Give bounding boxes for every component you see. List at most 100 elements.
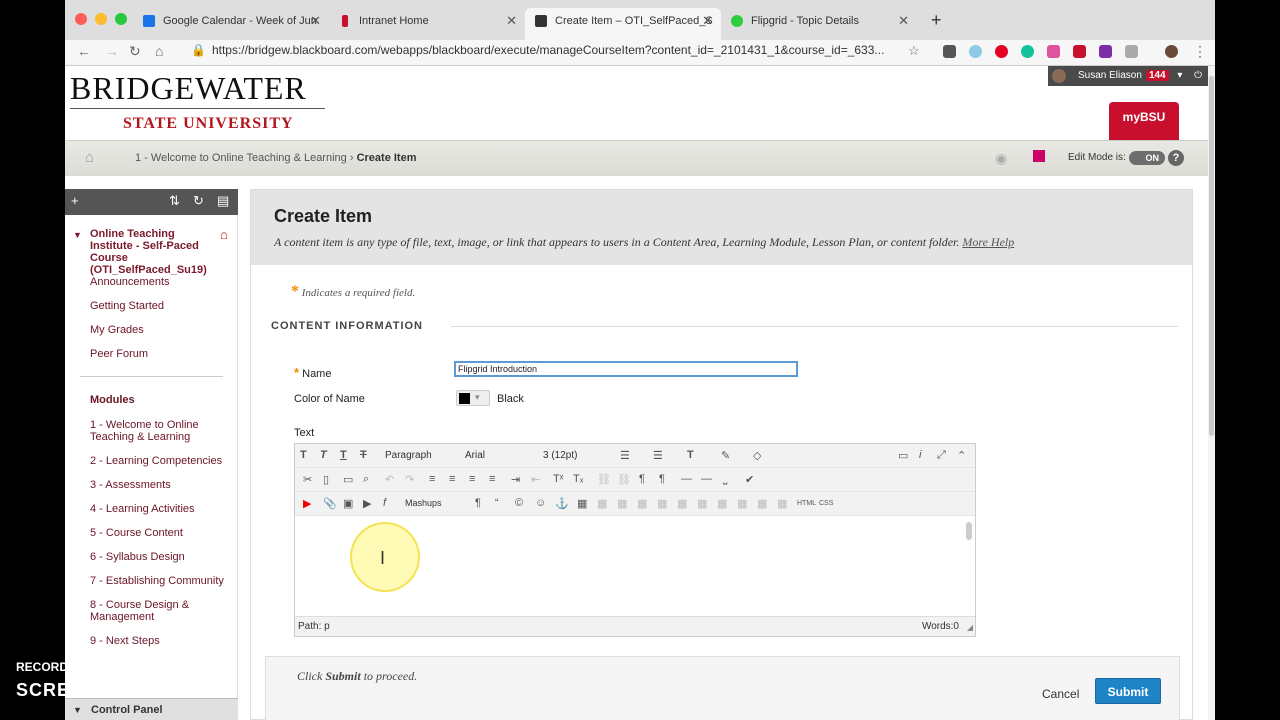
table-icon[interactable]: ▦ <box>697 497 707 510</box>
text-color-icon[interactable]: T <box>687 449 694 461</box>
attach-file-icon[interactable]: 📎 <box>323 497 337 510</box>
copy-icon[interactable]: ▯ <box>323 473 329 486</box>
tab-flipgrid[interactable]: Flipgrid - Topic Details ✕ <box>721 8 917 40</box>
insert-media-icon[interactable]: ▶ <box>363 497 371 510</box>
text-format-icon[interactable]: T <box>300 449 307 461</box>
mybsu-tab[interactable]: myBSU <box>1109 102 1179 140</box>
submit-button[interactable]: Submit <box>1095 678 1161 704</box>
collapse-icon[interactable]: ▼ <box>73 230 82 240</box>
paragraph-select[interactable]: Paragraph <box>385 450 432 461</box>
outdent-icon[interactable]: ⇤ <box>531 473 540 486</box>
align-left-icon[interactable]: ≡ <box>429 473 435 485</box>
course-home-icon[interactable]: ⌂ <box>220 227 228 242</box>
spellcheck-icon[interactable]: ✔ <box>745 473 754 486</box>
anchor-icon[interactable]: ⚓ <box>555 497 569 510</box>
fullscreen-icon[interactable]: ⤢ <box>937 449 946 462</box>
table-icon[interactable]: ▦ <box>617 497 627 510</box>
home-icon[interactable]: ⌂ <box>85 149 94 166</box>
name-field[interactable]: Flipgrid Introduction <box>454 361 798 377</box>
css-icon[interactable]: CSS <box>819 500 833 507</box>
line-icon[interactable]: — <box>701 473 712 485</box>
mashups-select[interactable]: Mashups <box>405 498 442 508</box>
table-icon[interactable]: ▦ <box>657 497 667 510</box>
close-tab-icon[interactable]: ✕ <box>702 8 713 34</box>
logout-icon[interactable]: ⏻ <box>1194 66 1202 86</box>
subscript-icon[interactable]: Tₓ <box>573 473 583 485</box>
find-icon[interactable]: ⌕ <box>363 473 369 486</box>
scrollbar-thumb[interactable] <box>1209 76 1214 436</box>
folder-view-icon[interactable]: ▤ <box>217 193 229 209</box>
sidebar-item-module[interactable]: 3 - Assessments <box>90 479 225 491</box>
sidebar-item-module[interactable]: 4 - Learning Activities <box>90 503 225 515</box>
extension-icon[interactable] <box>969 45 982 58</box>
reorder-icon[interactable]: ⇅ <box>169 193 180 209</box>
insert-image-icon[interactable]: ▣ <box>343 497 353 510</box>
table-icon[interactable]: ▦ <box>737 497 747 510</box>
resize-handle-icon[interactable]: ◢ <box>967 623 973 632</box>
table-icon[interactable]: ▦ <box>717 497 727 510</box>
extension-icon[interactable] <box>943 45 956 58</box>
copyright-icon[interactable]: © <box>515 497 523 509</box>
page-scrollbar[interactable] <box>1208 66 1215 720</box>
nonbreaking-space-icon[interactable]: ⎵ <box>723 473 727 486</box>
editor-scrollbar[interactable] <box>966 522 972 540</box>
color-picker[interactable]: ▾ <box>456 390 490 406</box>
ltr-icon[interactable]: ¶ <box>639 473 645 485</box>
superscript-icon[interactable]: Tˣ <box>553 473 563 485</box>
table-icon[interactable]: ▦ <box>637 497 647 510</box>
align-right-icon[interactable]: ≡ <box>469 473 475 485</box>
strikethrough-icon[interactable]: T <box>360 449 367 461</box>
new-tab-button[interactable]: + <box>931 10 942 31</box>
edit-mode-toggle[interactable]: ON <box>1129 151 1165 165</box>
youtube-icon[interactable]: ▶ <box>303 497 311 510</box>
close-tab-icon[interactable]: ✕ <box>506 8 517 34</box>
numbered-list-icon[interactable]: ☰ <box>653 449 663 462</box>
table-icon[interactable]: ▦ <box>677 497 687 510</box>
table-icon[interactable]: ▦ <box>757 497 767 510</box>
back-icon[interactable]: ← <box>77 43 91 59</box>
extension-icon[interactable] <box>1125 45 1138 58</box>
refresh-icon[interactable]: ↻ <box>193 193 204 209</box>
justify-icon[interactable]: ≡ <box>489 473 495 485</box>
minimize-window-icon[interactable] <box>95 13 107 25</box>
extension-icon[interactable] <box>1099 45 1112 58</box>
undo-icon[interactable]: ↶ <box>385 473 394 486</box>
sidebar-item-peer-forum[interactable]: Peer Forum <box>90 348 225 360</box>
course-title[interactable]: Online Teaching Institute - Self-Paced C… <box>90 228 220 276</box>
add-menu-item-icon[interactable]: + <box>71 193 79 208</box>
unlink-icon[interactable]: ⛓ <box>617 473 631 486</box>
pinterest-icon[interactable] <box>995 45 1008 58</box>
cut-icon[interactable]: ✂ <box>303 473 312 486</box>
menu-icon[interactable]: ⋮ <box>1193 43 1207 60</box>
tab-intranet[interactable]: Intranet Home ✕ <box>329 8 525 40</box>
sidebar-item-announcements[interactable]: Announcements <box>90 276 225 288</box>
clear-format-icon[interactable]: ◇ <box>753 449 761 462</box>
info-icon[interactable]: i <box>919 449 921 461</box>
help-icon[interactable]: ? <box>1168 150 1184 166</box>
horizontal-rule-icon[interactable]: — <box>681 473 692 485</box>
sidebar-item-module[interactable]: 5 - Course Content <box>90 527 225 539</box>
url-field[interactable]: 🔒 https://bridgew.blackboard.com/webapps/… <box>191 43 884 57</box>
font-size-select[interactable]: 3 (12pt) <box>543 450 577 461</box>
tab-google-calendar[interactable]: Google Calendar - Week of Jun ✕ <box>133 8 329 40</box>
font-select[interactable]: Arial <box>465 450 485 461</box>
underline-icon[interactable]: T <box>340 449 347 461</box>
italic-icon[interactable]: T <box>320 449 327 461</box>
paste-icon[interactable]: ▭ <box>343 473 353 486</box>
align-center-icon[interactable]: ≡ <box>449 473 455 485</box>
table-icon[interactable]: ▦ <box>597 497 607 510</box>
profile-avatar[interactable] <box>1165 45 1178 58</box>
tab-create-item[interactable]: Create Item – OTI_SelfPaced_S ✕ <box>525 8 721 40</box>
close-window-icon[interactable] <box>75 13 87 25</box>
sidebar-item-module[interactable]: 9 - Next Steps <box>90 635 225 647</box>
sidebar-item-module[interactable]: 8 - Course Design & Management <box>90 599 225 623</box>
sidebar-item-my-grades[interactable]: My Grades <box>90 324 225 336</box>
reload-icon[interactable]: ↻ <box>129 43 141 60</box>
emoticon-icon[interactable]: ☺ <box>535 497 546 509</box>
sidebar-item-module[interactable]: 2 - Learning Competencies <box>90 455 225 467</box>
breadcrumb-link[interactable]: 1 - Welcome to Online Teaching & Learnin… <box>135 152 347 164</box>
paragraph-mark-icon[interactable]: ¶ <box>475 497 481 509</box>
extension-icon[interactable] <box>1047 45 1060 58</box>
link-icon[interactable]: ⛓ <box>597 473 611 486</box>
activity-icon[interactable] <box>1033 150 1045 162</box>
